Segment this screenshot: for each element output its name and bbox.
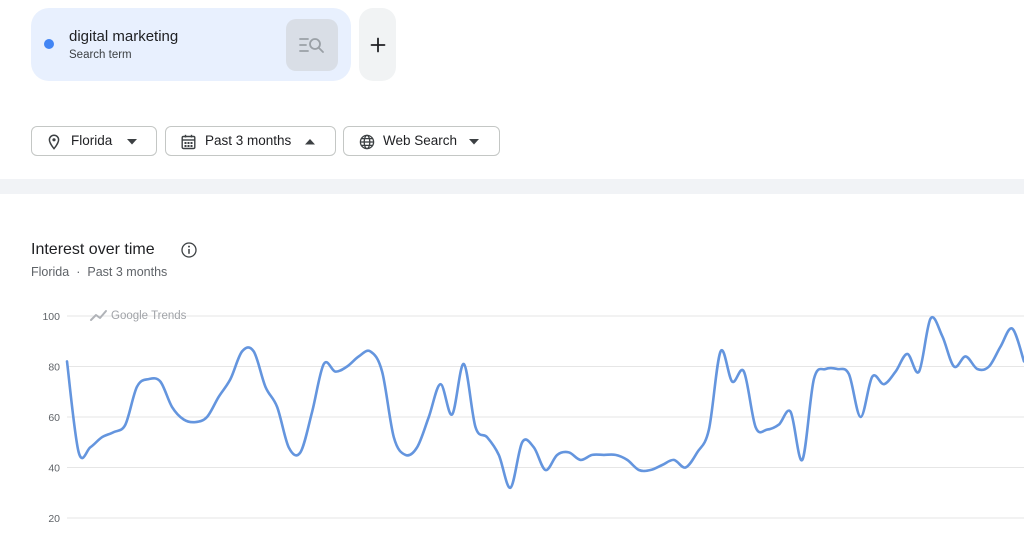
y-tick-label-60: 60 xyxy=(48,412,60,424)
location-filter[interactable]: Florida xyxy=(31,126,157,156)
compare-search-button[interactable] xyxy=(286,19,338,71)
y-tick-label-80: 80 xyxy=(48,362,60,374)
chevron-down-icon xyxy=(469,139,479,145)
search-term-type: Search term xyxy=(69,49,132,61)
calendar-icon xyxy=(181,134,196,150)
section-divider xyxy=(0,179,1024,194)
property-filter-label: Web Search xyxy=(383,133,458,148)
globe-icon xyxy=(359,134,375,150)
chart-subtitle: Florida · Past 3 months xyxy=(31,265,167,279)
chevron-up-icon xyxy=(305,139,315,145)
trends-explore-page: digital marketing Search term Florida Pa… xyxy=(0,0,1024,555)
interest-over-time-chart: 20 40 60 80 100 Google Trends xyxy=(42,310,1024,525)
series-line-0[interactable] xyxy=(65,315,1024,490)
chart-title: Interest over time xyxy=(31,241,155,258)
chevron-down-icon xyxy=(127,139,137,145)
compare-search-icon xyxy=(299,38,324,53)
search-term-name[interactable]: digital marketing xyxy=(69,28,178,45)
chart-subtitle-period: Past 3 months xyxy=(87,265,168,279)
series-color-dot xyxy=(44,39,54,49)
info-icon[interactable] xyxy=(181,242,197,258)
subtitle-separator: · xyxy=(76,265,81,279)
time-range-filter[interactable]: Past 3 months xyxy=(165,126,336,156)
watermark-text: Google Trends xyxy=(111,310,187,322)
plus-icon xyxy=(370,37,385,52)
y-tick-label-20: 20 xyxy=(48,513,60,525)
chart-subtitle-region: Florida xyxy=(31,265,70,279)
add-comparison-button[interactable] xyxy=(359,8,396,81)
time-range-filter-label: Past 3 months xyxy=(205,133,292,148)
location-filter-label: Florida xyxy=(71,133,113,148)
y-tick-label-100: 100 xyxy=(42,311,60,323)
property-filter[interactable]: Web Search xyxy=(343,126,500,156)
search-term-card[interactable]: digital marketing Search term xyxy=(31,8,351,81)
location-pin-icon xyxy=(48,134,60,150)
y-tick-label-40: 40 xyxy=(48,463,60,475)
